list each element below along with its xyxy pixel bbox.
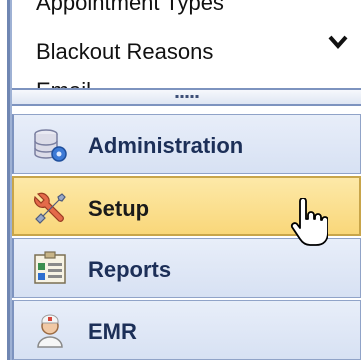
list-item-email[interactable]: Email [36,78,91,88]
setup-items-list[interactable]: Appointment Types Blackout Reasons Email [12,0,361,88]
nav-button-emr[interactable]: EMR [12,300,361,360]
report-board-icon [34,251,66,284]
list-item-blackout-reasons[interactable]: Blackout Reasons [36,39,213,65]
splitter-grip-icon[interactable] [175,95,198,98]
pane-splitter[interactable] [12,88,361,106]
left-frame-edge [0,0,12,360]
nav-label-emr: EMR [88,319,137,344]
nav-button-administration[interactable]: Administration [12,114,361,174]
nav-label-setup: Setup [88,196,150,221]
database-gear-icon [34,129,67,162]
wrench-screwdriver-icon [34,192,66,224]
hand-pointer-cursor [290,198,328,246]
nav-label-reports: Reports [88,257,172,282]
chevron-down-icon[interactable] [327,30,349,52]
nav-label-administration: Administration [88,133,244,158]
list-item-appointment-types[interactable]: Appointment Types [36,0,224,16]
doctor-icon [37,314,63,348]
